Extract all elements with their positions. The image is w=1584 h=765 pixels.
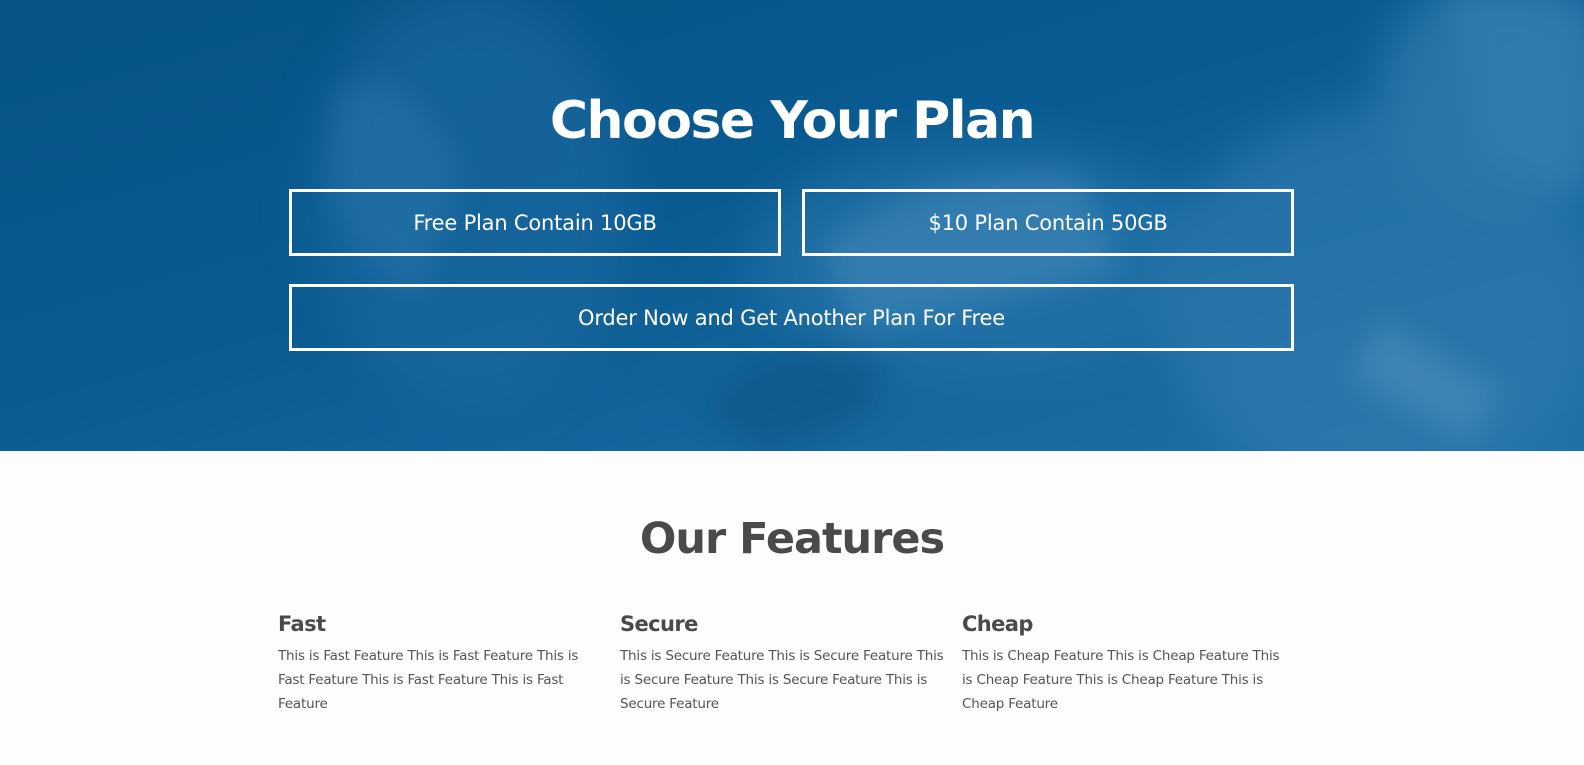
feature-cheap: Cheap This is Cheap Feature This is Chea… (962, 610, 1292, 716)
feature-heading: Cheap (962, 612, 1033, 636)
ten-dollar-plan-button[interactable]: $10 Plan Contain 50GB (802, 189, 1294, 256)
hero-content: Choose Your Plan Free Plan Contain 10GB … (0, 0, 1584, 451)
feature-fast: Fast This is Fast Feature This is Fast F… (278, 610, 608, 716)
features-title: Our Features (639, 514, 945, 564)
ten-dollar-plan-label: $10 Plan Contain 50GB (928, 210, 1168, 235)
feature-description: This is Secure Feature This is Secure Fe… (620, 648, 944, 712)
feature-description: This is Fast Feature This is Fast Featur… (278, 648, 579, 712)
hero-section: Choose Your Plan Free Plan Contain 10GB … (0, 0, 1584, 451)
features-section: Our Features Fast This is Fast Feature T… (0, 451, 1584, 765)
order-now-label: Order Now and Get Another Plan For Free (578, 305, 1005, 330)
feature-heading: Secure (620, 612, 698, 636)
feature-secure: Secure This is Secure Feature This is Se… (620, 610, 950, 716)
hero-title: Choose Your Plan (549, 91, 1036, 151)
order-now-button[interactable]: Order Now and Get Another Plan For Free (289, 284, 1294, 351)
free-plan-label: Free Plan Contain 10GB (413, 210, 657, 235)
feature-heading: Fast (278, 612, 326, 636)
feature-description: This is Cheap Feature This is Cheap Feat… (962, 648, 1280, 712)
free-plan-button[interactable]: Free Plan Contain 10GB (289, 189, 781, 256)
